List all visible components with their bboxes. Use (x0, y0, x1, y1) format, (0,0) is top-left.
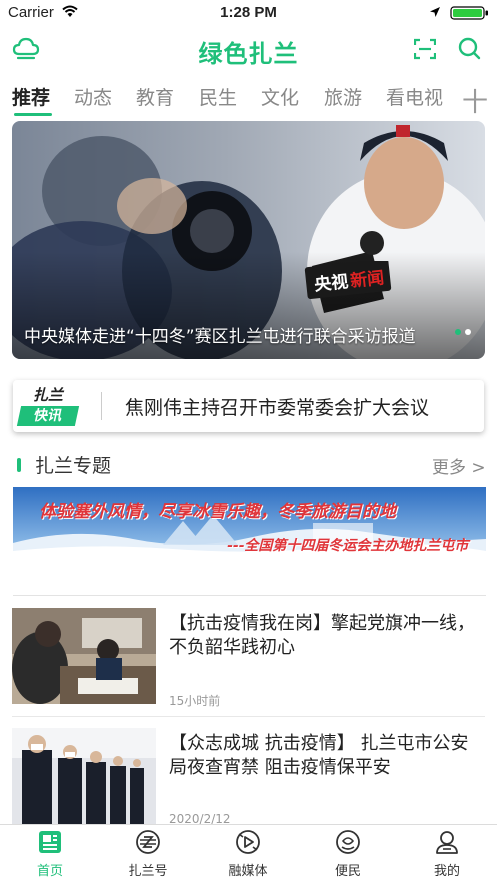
topic-banner-subslogan: ---全国第十四届冬运会主办地扎兰屯市 (227, 538, 469, 554)
tab-tv[interactable]: 看电视 (386, 83, 443, 110)
user-icon (436, 831, 458, 854)
news-time: 15小时前 (169, 694, 221, 708)
tab-culture[interactable]: 文化 (261, 83, 299, 110)
nav-label: 融媒体 (228, 864, 268, 879)
service-icon (336, 830, 360, 854)
more-link[interactable]: 更多 > (432, 453, 486, 478)
bottom-tab-bar: 首页 扎兰号 融媒体 便民 我的 (0, 824, 497, 883)
nav-label: 便民 (334, 864, 361, 879)
nav-label: 首页 (36, 864, 63, 879)
tab-travel[interactable]: 旅游 (324, 83, 362, 110)
section-divider (13, 595, 486, 596)
search-icon[interactable] (458, 37, 481, 60)
news-divider (12, 716, 485, 717)
news-item[interactable]: 【抗击疫情我在岗】擎起党旗冲一线，不负韶华践初心 15小时前 (12, 608, 485, 718)
active-tab-indicator (14, 113, 52, 116)
category-tabs: 推荐 动态 教育 民生 文化 旅游 看电视 十 (0, 80, 497, 118)
battery-icon (450, 6, 488, 20)
section-title: 扎兰专题 (35, 455, 112, 477)
carousel-dots (451, 320, 471, 339)
newspaper-icon (39, 831, 61, 853)
clock: 1:28 PM (220, 4, 277, 21)
flash-news-ticker[interactable]: 扎兰 快讯 焦刚伟主持召开市委常委会扩大会议 (13, 380, 484, 432)
flash-headline: 焦刚伟主持召开市委常委会扩大会议 (125, 397, 430, 419)
scan-icon[interactable] (414, 38, 436, 60)
flash-separator (101, 392, 102, 420)
topic-section-header: 扎兰专题 更多 > (0, 450, 497, 478)
z-badge-icon (136, 830, 160, 854)
tab-news[interactable]: 动态 (74, 83, 112, 110)
media-icon (236, 830, 260, 854)
section-accent-bar (17, 458, 21, 472)
news-title: 【众志成城 抗击疫情】 扎兰屯市公安局夜查宵禁 阻击疫情保平安 (169, 733, 469, 778)
news-item[interactable]: 【众志成城 抗击疫情】 扎兰屯市公安局夜查宵禁 阻击疫情保平安 2020/2/1… (12, 728, 485, 838)
banner-carousel[interactable]: 央视 新闻 中央媒体走进“十四冬”赛区扎兰屯进行联合采访报道 (12, 121, 485, 359)
nav-media[interactable]: 融媒体 (208, 829, 288, 879)
flash-news-logo: 扎兰 快讯 (16, 384, 83, 428)
svg-text:新闻: 新闻 (349, 267, 385, 291)
topic-banner-slogan: 体验塞外风情，尽享冰雪乐趣，冬季旅游目的地 (39, 502, 396, 522)
location-arrow-icon (430, 7, 440, 17)
news-thumbnail (12, 728, 156, 824)
news-thumbnail (12, 608, 156, 704)
add-tab-icon[interactable]: 十 (462, 82, 488, 119)
nav-services[interactable]: 便民 (308, 829, 388, 879)
flash-logo-top: 扎兰 (33, 386, 64, 404)
mic-flag: 央视 新闻 (304, 261, 392, 300)
topic-banner[interactable]: 体验塞外风情，尽享冰雪乐趣，冬季旅游目的地 ---全国第十四届冬运会主办地扎兰屯… (13, 487, 486, 565)
nav-label: 我的 (433, 864, 460, 879)
nav-label: 扎兰号 (128, 864, 168, 879)
banner-caption: 中央媒体走进“十四冬”赛区扎兰屯进行联合采访报道 (24, 327, 416, 347)
nav-profile[interactable]: 我的 (407, 829, 487, 879)
news-title: 【抗击疫情我在岗】擎起党旗冲一线，不负韶华践初心 (169, 613, 475, 658)
svg-text:央视: 央视 (313, 271, 349, 295)
status-bar: Carrier 1:28 PM (0, 0, 497, 26)
nav-zhalan-account[interactable]: 扎兰号 (108, 829, 188, 879)
app-header: 绿色扎兰 (0, 30, 497, 70)
nav-home[interactable]: 首页 (10, 829, 90, 879)
tab-education[interactable]: 教育 (136, 83, 174, 110)
flash-logo-bottom: 快讯 (16, 406, 80, 426)
carousel-dot-active (455, 329, 461, 335)
tab-recommend[interactable]: 推荐 (12, 83, 50, 110)
tab-livelihood[interactable]: 民生 (199, 83, 237, 110)
carousel-dot (465, 329, 471, 335)
